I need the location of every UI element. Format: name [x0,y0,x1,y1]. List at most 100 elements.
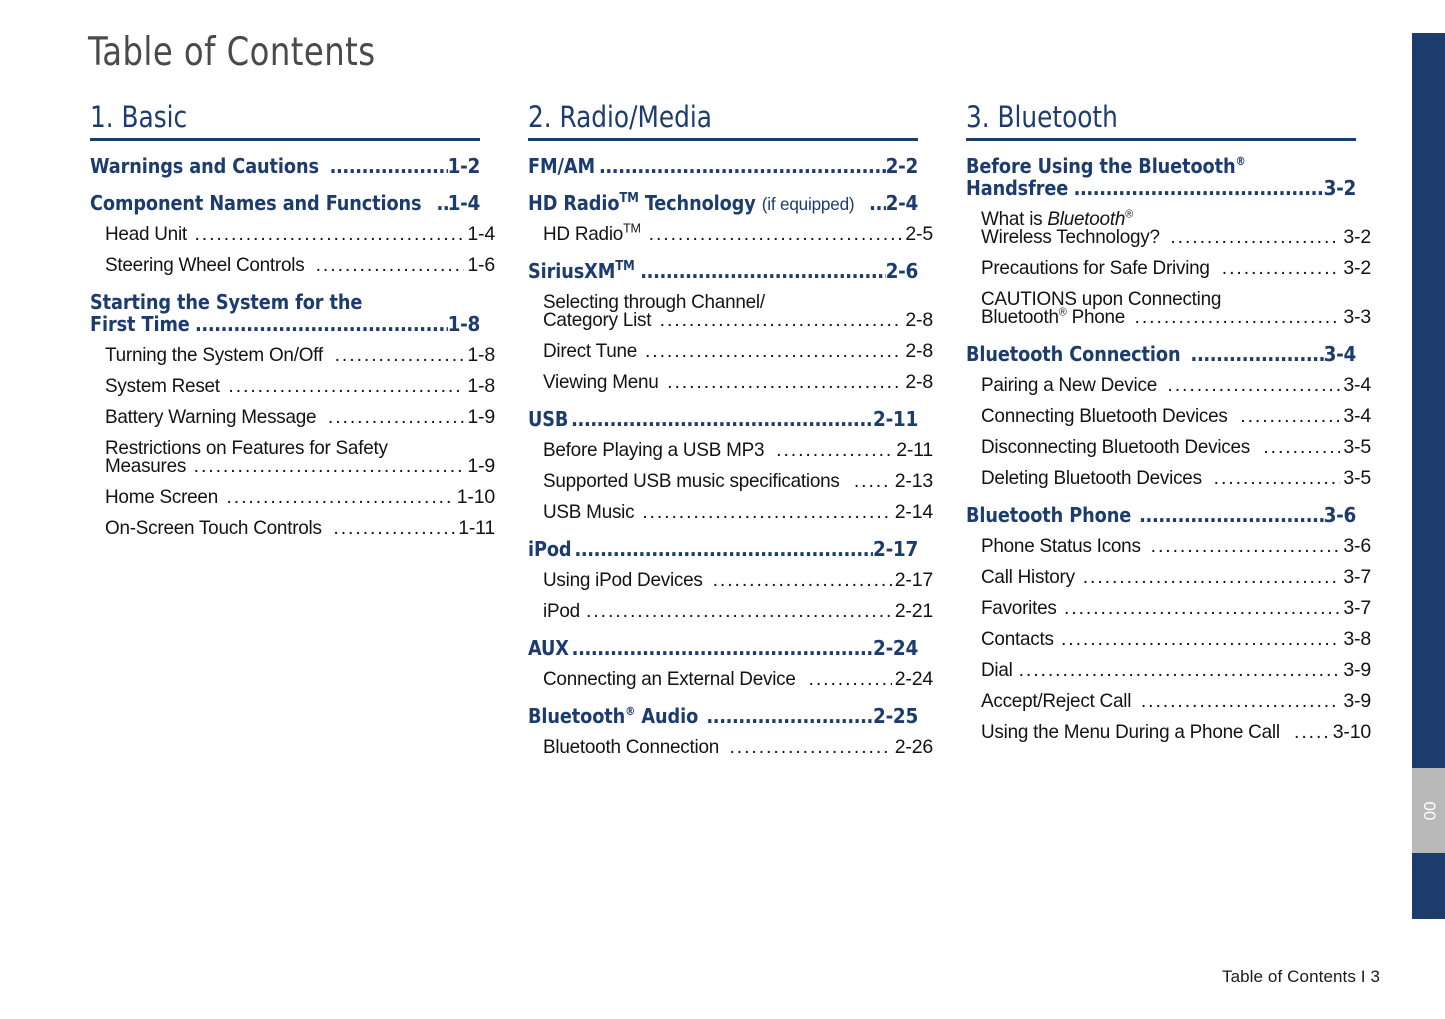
toc-entry[interactable]: Accept/Reject Call......................… [966,690,1371,713]
leader-dots: ........................................… [640,259,885,283]
toc-page-number: 2-25 [873,704,918,728]
toc-entry[interactable]: Favorites...............................… [966,597,1371,620]
toc-entry-label: Deleting Bluetooth Devices [981,467,1202,489]
toc-entry-label: System Reset [105,375,220,397]
toc-columns: 1. Basic Warnings and Cautions...........… [0,100,1380,759]
toc-page-number: 2-17 [873,537,918,561]
toc-entry[interactable]: First Time..............................… [90,312,480,336]
toc-page-number: 3-6 [1323,503,1357,527]
toc-entry[interactable]: Contacts................................… [966,628,1371,651]
toc-entry-label: Component Names and Functions [90,191,422,215]
toc-entry-label: Steering Wheel Controls [105,254,305,276]
toc-entry[interactable]: System Reset............................… [90,375,495,398]
toc-entry[interactable]: Steering Wheel Controls.................… [90,254,495,277]
toc-entry[interactable]: Precautions for Safe Driving............… [966,257,1371,280]
toc-page-number: 3-10 [1332,721,1371,743]
toc-entry[interactable]: Bluetooth® Audio........................… [528,704,918,728]
toc-page-number: 2-14 [894,501,933,523]
toc-entry[interactable]: SiriusXMTM..............................… [528,259,918,283]
toc-entry[interactable]: Bluetooth Connection....................… [528,736,933,759]
toc-entry[interactable]: Phone Status Icons......................… [966,535,1371,558]
toc-entry[interactable]: Before Playing a USB MP3................… [528,439,933,462]
toc-entry[interactable]: Viewing Menu............................… [528,371,933,394]
toc-entry[interactable]: Starting the System for the.............… [90,290,480,314]
leader-dots: ........................................… [1170,226,1340,248]
toc-page-number: 1-8 [447,312,481,336]
leader-dots: ........................................… [598,154,886,178]
toc-entry[interactable]: Connecting Bluetooth Devices............… [966,405,1371,428]
toc-page-number: 1-2 [447,154,481,178]
section-heading: 1. Basic [90,100,188,134]
toc-entry-label: AUX [528,636,569,660]
toc-entry[interactable]: Head Unit...............................… [90,223,495,246]
section-rule [966,138,1356,141]
toc-entry[interactable]: Bluetooth Connection....................… [966,342,1356,366]
toc-entry-label: Using the Menu During a Phone Call [981,721,1280,743]
toc-page-number: 1-4 [467,223,495,245]
toc-entry-label: Supported USB music specifications [543,470,840,492]
toc-entry-label: Accept/Reject Call [981,690,1132,712]
toc-page-number: 3-7 [1343,566,1371,588]
toc-entry[interactable]: Using the Menu During a Phone Call......… [966,721,1371,744]
leader-dots: ........................................… [1063,597,1341,619]
toc-entry-label: Head Unit [105,223,187,245]
toc-entry[interactable]: Turning the System On/Off...............… [90,344,495,367]
toc-entry-label: Bluetooth Connection [966,342,1181,366]
toc-entry[interactable]: FM/AM...................................… [528,154,918,178]
toc-entry-label: Before Using the Bluetooth® [966,154,1246,178]
leader-dots: ........................................… [1294,721,1330,743]
toc-entry-label: iPod [528,537,572,561]
toc-entry[interactable]: Bluetooth Phone.........................… [966,503,1356,527]
toc-entry[interactable]: Direct Tune.............................… [528,340,933,363]
toc-page-number: 3-9 [1343,659,1371,681]
toc-entry[interactable]: Before Using the Bluetooth®.............… [966,154,1356,178]
leader-dots: ........................................… [194,223,464,245]
toc-page-number: 3-3 [1343,306,1371,328]
toc-entry[interactable]: Wireless Technology?....................… [966,226,1371,249]
toc-entry-label: Home Screen [105,486,218,508]
toc-entry[interactable]: Battery Warning Message.................… [90,406,495,429]
toc-entry[interactable]: HD RadioTM Technology (if equipped).....… [528,191,918,215]
toc-page-number: 3-6 [1343,535,1371,557]
edge-tab-strip: 00 [1412,33,1445,919]
leader-dots: ........................................… [1060,628,1340,650]
toc-page-number: 3-7 [1343,597,1371,619]
toc-entry[interactable]: Using iPod Devices......................… [528,569,933,592]
toc-page-number: 1-11 [458,517,495,539]
toc-entry[interactable]: Dial....................................… [966,659,1371,682]
toc-entry[interactable]: Home Screen.............................… [90,486,495,509]
leader-dots: ........................................… [776,439,894,461]
toc-entry[interactable]: Warnings and Cautions...................… [90,154,480,178]
leader-dots: ........................................… [1082,566,1341,588]
toc-entry[interactable]: Connecting an External Device...........… [528,668,933,691]
toc-entry[interactable]: HD RadioTM..............................… [528,222,933,246]
toc-entry[interactable]: Pairing a New Device....................… [966,374,1371,397]
toc-entry[interactable]: Deleting Bluetooth Devices..............… [966,467,1371,490]
leader-dots: ........................................… [853,470,892,492]
toc-entry[interactable]: Supported USB music specifications......… [528,470,933,493]
toc-entry-label: USB Music [543,501,635,523]
toc-page-number: 1-9 [467,455,495,477]
leader-dots: ........................................… [642,501,892,523]
leader-dots: ........................................… [436,191,447,215]
toc-entry[interactable]: Disconnecting Bluetooth Devices.........… [966,436,1371,459]
toc-page-number: 3-9 [1343,690,1371,712]
toc-entry[interactable]: iPod....................................… [528,600,933,623]
toc-entry[interactable]: USB.....................................… [528,407,918,431]
toc-entry[interactable]: USB Music...............................… [528,501,933,524]
toc-page-number: 1-10 [456,486,495,508]
toc-page-number: 3-2 [1323,176,1357,200]
leader-dots: ........................................… [571,407,873,431]
toc-page-number: 2-6 [885,259,919,283]
leader-dots: ........................................… [808,668,892,690]
toc-entry[interactable]: On-Screen Touch Controls................… [90,517,495,540]
toc-entry[interactable]: iPod....................................… [528,537,918,561]
toc-page-number: 3-4 [1323,342,1357,366]
toc-entry[interactable]: Component Names and Functions...........… [90,191,480,215]
toc-entry[interactable]: Call History............................… [966,566,1371,589]
leader-dots: ........................................… [644,340,902,362]
toc-column-3: 3. Bluetooth Before Using the Bluetooth®.… [966,100,1371,759]
toc-entry[interactable]: Handsfree...............................… [966,176,1356,200]
toc-entry[interactable]: AUX.....................................… [528,636,918,660]
toc-entry-label: Before Playing a USB MP3 [543,439,765,461]
